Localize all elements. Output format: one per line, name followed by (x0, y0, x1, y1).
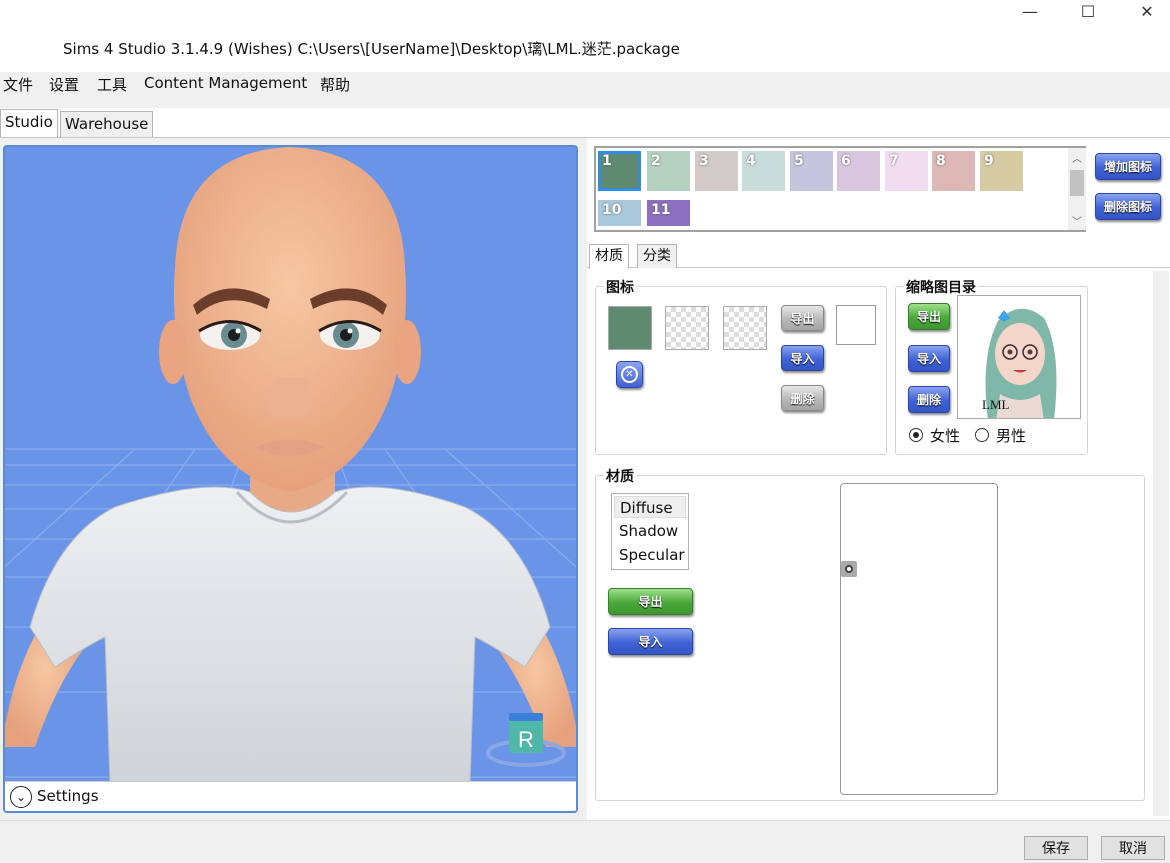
tab-studio[interactable]: Studio (0, 109, 58, 137)
thumb-delete-button[interactable]: 删除 (908, 386, 950, 413)
close-button[interactable]: ✕ (1124, 0, 1170, 22)
panel-scrollbar[interactable] (1153, 271, 1169, 816)
material-item-diffuse[interactable]: Diffuse (614, 496, 686, 518)
settings-label: Settings (37, 787, 99, 805)
menu-file[interactable]: 文件 (3, 74, 33, 95)
viewport-logo-letter: R (518, 727, 534, 752)
radio-male-label: 男性 (996, 427, 1027, 445)
swatch-11[interactable]: 11 (647, 200, 690, 226)
material-preview-box (840, 483, 998, 795)
save-button[interactable]: 保存 (1024, 836, 1088, 860)
thumbnail-group: 缩略图目录 导出 导入 删除 LML 女性 男性 (895, 277, 1088, 455)
material-item-specular[interactable]: Specular (614, 544, 686, 566)
thumbnail-caption: LML (982, 397, 1010, 412)
swatch-4[interactable]: 4 (742, 151, 785, 191)
menu-tools[interactable]: 工具 (97, 74, 127, 95)
title-bar: Sims 4 Studio 3.1.4.9 (Wishes) C:\Users\… (0, 0, 1170, 72)
tab-category[interactable]: 分类 (637, 244, 677, 268)
dialog-button-bar: 保存 取消 (0, 820, 1170, 863)
swatch-1[interactable]: 1 (598, 151, 641, 191)
swatch-6[interactable]: 6 (837, 151, 880, 191)
3d-viewport[interactable]: R ⌄ Settings (3, 145, 578, 813)
thumbnail-image: LML (957, 295, 1081, 419)
cancel-button[interactable]: 取消 (1101, 836, 1165, 860)
right-panel: 1 2 3 4 5 6 7 8 9 10 11 ︿ ﹀ 增加图标 删除图标 材质 分类 图标 ✕ 导… (587, 138, 1170, 820)
clear-icon-button[interactable]: ✕ (616, 361, 643, 388)
swatch-7[interactable]: 7 (885, 151, 928, 191)
thumb-import-button[interactable]: 导入 (908, 345, 950, 372)
menu-settings[interactable]: 设置 (49, 74, 79, 95)
material-item-shadow[interactable]: Shadow (614, 520, 686, 542)
icon-group: 图标 ✕ 导出 导入 删除 (595, 277, 887, 455)
thumbnail-group-title: 缩略图目录 (904, 277, 978, 297)
icon-group-title: 图标 (604, 277, 636, 297)
icon-preview-box (836, 305, 876, 345)
add-swatch-button[interactable]: 增加图标 (1095, 153, 1161, 180)
material-export-button[interactable]: 导出 (608, 588, 693, 615)
material-list[interactable]: Diffuse Shadow Specular (611, 493, 689, 570)
swatch-5[interactable]: 5 (790, 151, 833, 191)
settings-bar[interactable]: ⌄ Settings (5, 781, 576, 811)
window-title: Sims 4 Studio 3.1.4.9 (Wishes) C:\Users\… (63, 40, 680, 58)
swatch-list: 1 2 3 4 5 6 7 8 9 10 11 ︿ ﹀ (594, 146, 1086, 232)
main-tab-strip: Studio Warehouse (0, 108, 1170, 138)
resize-handle-icon[interactable] (841, 561, 857, 577)
close-circle-icon: ✕ (621, 366, 638, 383)
radio-female-label: 女性 (930, 427, 961, 445)
maximize-button[interactable]: ☐ (1065, 0, 1111, 22)
swatch-2[interactable]: 2 (647, 151, 690, 191)
radio-male[interactable] (975, 428, 989, 442)
menu-bar: 文件 设置 工具 Content Management 帮助 (0, 72, 1170, 108)
menu-content-management[interactable]: Content Management (144, 74, 307, 92)
material-import-button[interactable]: 导入 (608, 628, 693, 655)
minimize-button[interactable]: — (1007, 0, 1053, 22)
icon-slot-2[interactable] (665, 306, 709, 350)
tab-material[interactable]: 材质 (589, 244, 629, 269)
material-group-title: 材质 (604, 466, 636, 486)
radio-female[interactable] (909, 428, 923, 442)
swatch-scrollbar[interactable]: ︿ ﹀ (1068, 148, 1086, 230)
handle-dot (845, 565, 853, 573)
swatch-3[interactable]: 3 (695, 151, 738, 191)
scroll-thumb[interactable] (1070, 170, 1084, 196)
swatch-8[interactable]: 8 (932, 151, 975, 191)
scroll-up-icon[interactable]: ︿ (1072, 150, 1082, 165)
sim-preview-render: R (5, 147, 576, 783)
icon-import-button[interactable]: 导入 (781, 345, 824, 371)
thumb-export-button[interactable]: 导出 (908, 303, 950, 330)
chevron-down-icon[interactable]: ⌄ (10, 786, 32, 808)
icon-slot-3[interactable] (723, 306, 767, 350)
icon-color-slot[interactable] (608, 306, 652, 350)
scroll-down-icon[interactable]: ﹀ (1072, 213, 1082, 228)
swatch-10[interactable]: 10 (598, 200, 641, 226)
swatch-9[interactable]: 9 (980, 151, 1023, 191)
thumbnail-portrait (958, 296, 1080, 418)
menu-help[interactable]: 帮助 (320, 74, 350, 95)
tab-warehouse[interactable]: Warehouse (60, 111, 154, 137)
delete-swatch-button[interactable]: 删除图标 (1095, 193, 1161, 220)
icon-export-button[interactable]: 导出 (781, 305, 824, 331)
icon-delete-button[interactable]: 删除 (781, 385, 824, 411)
